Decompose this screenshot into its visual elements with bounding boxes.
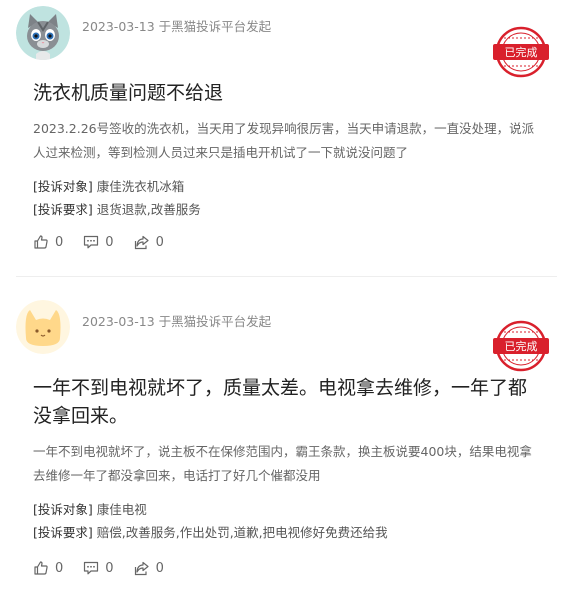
target-label: [投诉对象]	[33, 179, 93, 194]
thumbs-up-icon	[34, 235, 48, 249]
status-badge: 已完成	[505, 339, 538, 353]
status-badge: 已完成	[505, 45, 538, 59]
share-count: 0	[155, 560, 164, 576]
complaint-card[interactable]: 2023-03-13 于黑猫投诉平台发起 已完成 一年不到电视就坏了，质量太差。…	[0, 278, 577, 598]
gray-cat-avatar-icon	[16, 6, 70, 60]
target-value: 康佳电视	[96, 502, 147, 517]
comment-button[interactable]: 0	[83, 234, 114, 250]
comment-count: 0	[105, 234, 114, 250]
like-count: 0	[55, 234, 64, 250]
complaint-request: [投诉要求] 赔偿,改善服务,作出处罚,道歉,把电视修好免费还给我	[33, 522, 388, 541]
request-value: 赔偿,改善服务,作出处罚,道歉,把电视修好免费还给我	[96, 525, 388, 540]
comment-button[interactable]: 0	[83, 560, 114, 576]
share-button[interactable]: 0	[134, 234, 164, 250]
complaint-meta: 2023-03-13 于黑猫投诉平台发起	[82, 19, 272, 34]
share-icon	[134, 235, 149, 250]
complaint-description: 2023.2.26号签收的洗衣机，当天用了发现异响很厉害，当天申请退款，一直没处…	[33, 121, 535, 160]
comment-icon	[84, 235, 99, 249]
completed-stamp: 已完成	[491, 318, 551, 374]
complaint-card[interactable]: 2023-03-13 于黑猫投诉平台发起 已完成 洗衣机质量问题不给退 2023…	[0, 0, 577, 276]
complaint-meta: 2023-03-13 于黑猫投诉平台发起	[82, 314, 272, 329]
like-button[interactable]: 0	[33, 560, 63, 576]
complaint-description: 一年不到电视就坏了，说主板不在保修范围内，霸王条款，换主板说要400块，结果电视…	[33, 444, 532, 483]
share-icon	[134, 561, 149, 576]
like-button[interactable]: 0	[33, 234, 63, 250]
complaint-title[interactable]: 一年不到电视就坏了，质量太差。电视拿去维修，一年了都没拿回来。	[33, 374, 543, 430]
action-bar: 0 0 0	[33, 234, 164, 250]
card-divider	[16, 276, 557, 277]
share-button[interactable]: 0	[134, 560, 164, 576]
completed-stamp: 已完成	[491, 24, 551, 80]
complaint-title[interactable]: 洗衣机质量问题不给退	[33, 80, 543, 106]
action-bar: 0 0 0	[33, 560, 164, 576]
yellow-cat-avatar-icon	[16, 300, 70, 354]
request-label: [投诉要求]	[33, 525, 93, 540]
complaint-request: [投诉要求] 退货退款,改善服务	[33, 199, 201, 218]
target-label: [投诉对象]	[33, 502, 93, 517]
request-label: [投诉要求]	[33, 202, 93, 217]
like-count: 0	[55, 560, 64, 576]
complaint-target: [投诉对象] 康佳洗衣机冰箱	[33, 176, 184, 195]
complaint-list: 2023-03-13 于黑猫投诉平台发起 已完成 洗衣机质量问题不给退 2023…	[0, 0, 577, 598]
request-value: 退货退款,改善服务	[96, 202, 201, 217]
comment-icon	[84, 561, 99, 575]
thumbs-up-icon	[34, 561, 48, 575]
comment-count: 0	[105, 560, 114, 576]
complaint-target: [投诉对象] 康佳电视	[33, 499, 147, 518]
target-value: 康佳洗衣机冰箱	[96, 179, 185, 194]
share-count: 0	[155, 234, 164, 250]
